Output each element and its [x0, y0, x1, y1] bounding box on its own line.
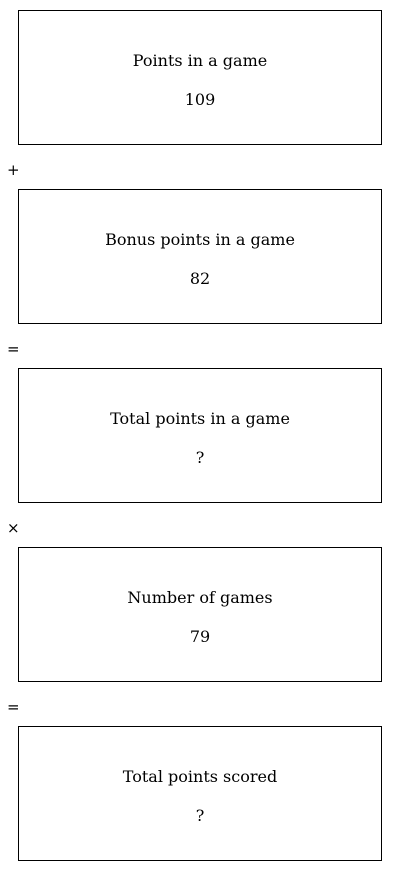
plus-operator: +	[7, 161, 20, 179]
box-value: 109	[184, 90, 216, 109]
box-total-points-scored: Total points scored ?	[18, 726, 382, 861]
times-operator: ×	[7, 519, 20, 537]
box-label: Points in a game	[132, 51, 268, 70]
box-number-of-games: Number of games 79	[18, 547, 382, 682]
box-label: Total points in a game	[110, 409, 290, 428]
box-value: 79	[189, 627, 211, 646]
box-value: ?	[195, 806, 205, 825]
box-points-in-a-game: Points in a game 109	[18, 10, 382, 145]
box-label: Number of games	[127, 588, 273, 607]
box-label: Total points scored	[122, 767, 278, 786]
box-total-points-in-a-game: Total points in a game ?	[18, 368, 382, 503]
box-label: Bonus points in a game	[105, 230, 295, 249]
box-bonus-points-in-a-game: Bonus points in a game 82	[18, 189, 382, 324]
equals-operator: =	[7, 698, 20, 716]
box-value: ?	[195, 448, 205, 467]
equals-operator: =	[7, 340, 20, 358]
box-value: 82	[189, 269, 211, 288]
